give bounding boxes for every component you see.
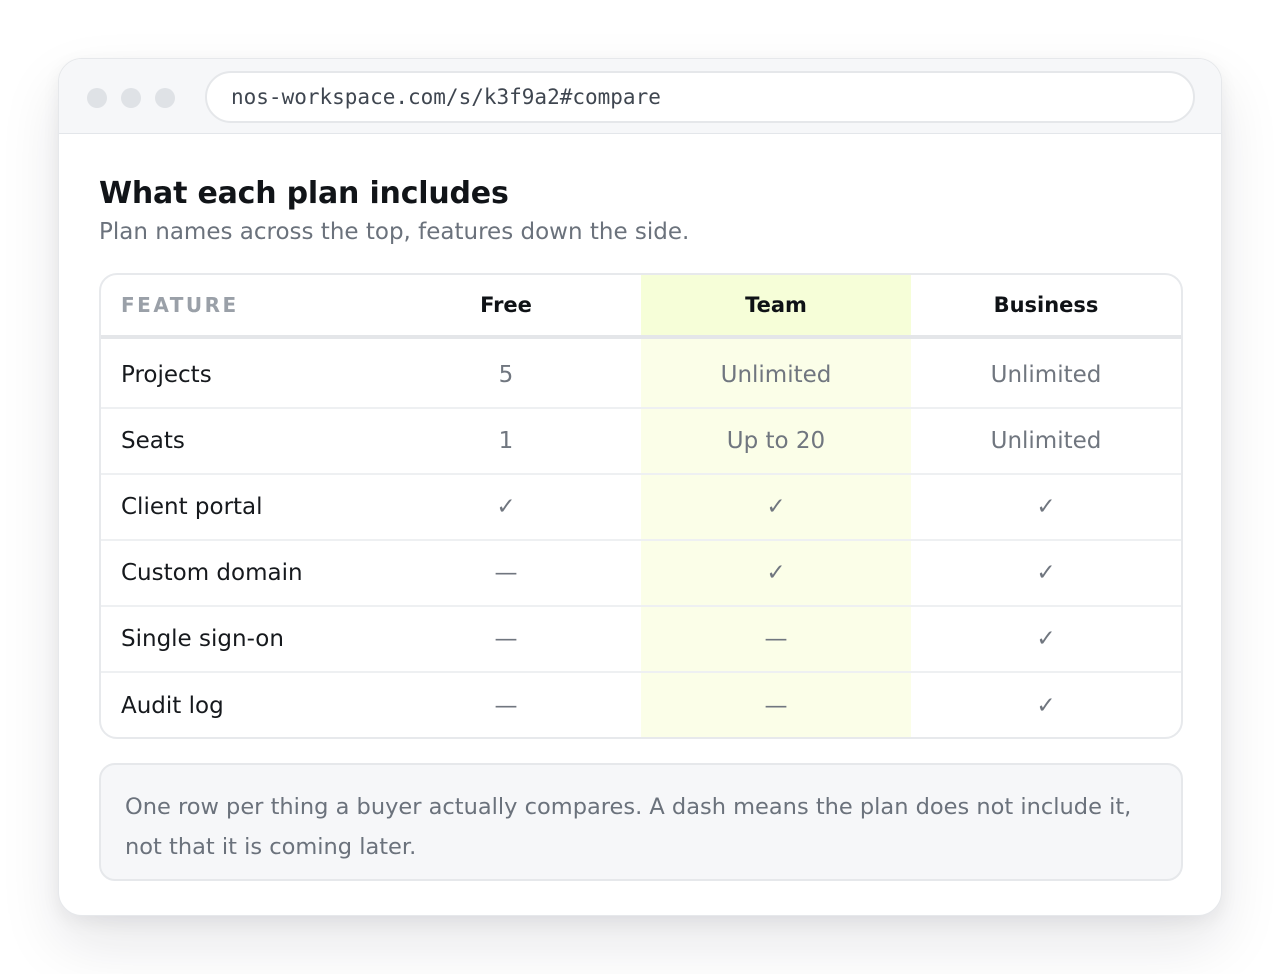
header-free: Free: [480, 293, 532, 317]
browser-window: nos-workspace.com/s/k3f9a2#compare What …: [58, 58, 1222, 916]
table-row: Audit log — — ✓: [101, 673, 1181, 737]
header-feature: FEATURE: [121, 293, 239, 317]
table-row: Seats 1 Up to 20 Unlimited: [101, 409, 1181, 475]
table-header-row: FEATURE Free Team Business: [101, 275, 1181, 339]
window-minimize-dot[interactable]: [121, 88, 141, 108]
dash-icon: —: [764, 626, 788, 652]
team-value: Up to 20: [726, 428, 826, 454]
check-icon: ✓: [1036, 626, 1056, 652]
free-value: 1: [498, 428, 514, 454]
table-footnote: One row per thing a buyer actually compa…: [99, 763, 1183, 881]
header-team: Team: [745, 293, 807, 317]
table-row: Client portal ✓ ✓ ✓: [101, 475, 1181, 541]
feature-name: Projects: [121, 362, 212, 388]
header-business: Business: [993, 293, 1099, 317]
check-icon: ✓: [1036, 693, 1056, 719]
table-row: Single sign-on — — ✓: [101, 607, 1181, 673]
check-icon: ✓: [766, 494, 786, 520]
browser-titlebar: nos-workspace.com/s/k3f9a2#compare: [59, 59, 1221, 134]
team-value: Unlimited: [720, 362, 832, 388]
feature-name: Seats: [121, 428, 185, 454]
check-icon: ✓: [496, 494, 516, 520]
dash-icon: —: [764, 693, 788, 719]
feature-name: Client portal: [121, 494, 263, 520]
footnote-text: One row per thing a buyer actually compa…: [125, 794, 1132, 860]
dash-icon: —: [494, 560, 518, 586]
address-bar[interactable]: nos-workspace.com/s/k3f9a2#compare: [205, 71, 1195, 123]
table-row: Custom domain — ✓ ✓: [101, 541, 1181, 607]
window-close-dot[interactable]: [87, 88, 107, 108]
dash-icon: —: [494, 693, 518, 719]
address-bar-url: nos-workspace.com/s/k3f9a2#compare: [231, 85, 661, 109]
feature-name: Single sign-on: [121, 626, 284, 652]
page-title: What each plan includes: [99, 176, 509, 211]
plan-comparison-table: FEATURE Free Team Business Projects 5 Un…: [99, 273, 1183, 739]
business-value: Unlimited: [990, 362, 1102, 388]
check-icon: ✓: [766, 560, 786, 586]
page-subtitle: Plan names across the top, features down…: [99, 219, 690, 245]
dash-icon: —: [494, 626, 518, 652]
table-row: Projects 5 Unlimited Unlimited: [101, 343, 1181, 409]
window-maximize-dot[interactable]: [155, 88, 175, 108]
free-value: 5: [498, 362, 514, 388]
feature-name: Custom domain: [121, 560, 303, 586]
business-value: Unlimited: [990, 428, 1102, 454]
check-icon: ✓: [1036, 560, 1056, 586]
check-icon: ✓: [1036, 494, 1056, 520]
feature-name: Audit log: [121, 693, 224, 719]
